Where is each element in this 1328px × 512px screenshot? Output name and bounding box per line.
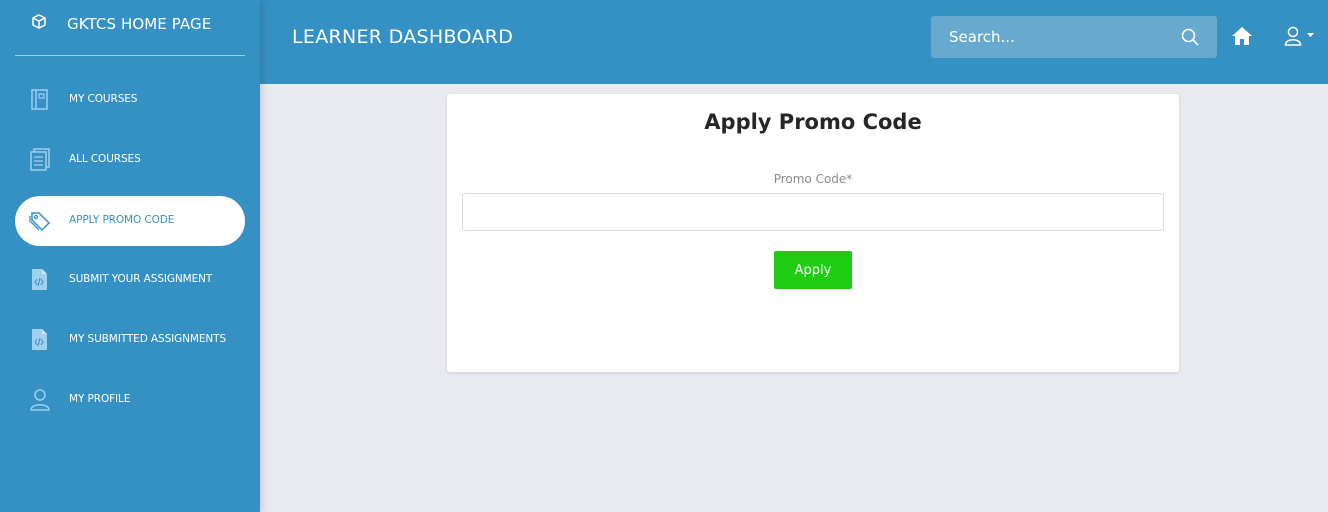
sidebar-item-label: ALL COURSES xyxy=(69,153,141,165)
brand-label: GKTCS HOME PAGE xyxy=(67,15,212,33)
sidebar-item-submit-assignment[interactable]: SUBMIT YOUR ASSIGNMENT xyxy=(15,255,245,305)
search-box xyxy=(931,16,1217,58)
sidebar-item-label: MY COURSES xyxy=(69,93,138,105)
promo-code-input[interactable] xyxy=(462,193,1164,231)
sidebar-item-all-courses[interactable]: ALL COURSES xyxy=(15,135,245,185)
search-input[interactable] xyxy=(931,16,1171,58)
sidebar-item-label: APPLY PROMO CODE xyxy=(69,214,175,226)
sidebar: GKTCS HOME PAGE MY COURSES ALL COURSES A… xyxy=(0,0,260,512)
home-icon[interactable] xyxy=(1231,26,1253,46)
sidebar-item-apply-promo-code[interactable]: APPLY PROMO CODE xyxy=(15,196,245,246)
promo-code-label: Promo Code* xyxy=(773,172,853,186)
top-header: LEARNER DASHBOARD xyxy=(260,0,1328,84)
tag-icon xyxy=(29,212,51,232)
sidebar-item-label: MY PROFILE xyxy=(69,393,131,405)
sidebar-item-submitted-assignments[interactable]: MY SUBMITTED ASSIGNMENTS xyxy=(15,315,245,365)
apply-button[interactable]: Apply xyxy=(774,251,852,289)
search-icon[interactable] xyxy=(1181,28,1199,46)
chevron-down-icon[interactable] xyxy=(1307,33,1314,37)
sidebar-item-my-profile[interactable]: MY PROFILE xyxy=(15,375,245,425)
sidebar-brand[interactable]: GKTCS HOME PAGE xyxy=(15,0,245,56)
promo-code-card: Apply Promo Code Promo Code* Apply xyxy=(447,94,1179,372)
list-document-icon xyxy=(30,148,50,171)
sidebar-item-my-courses[interactable]: MY COURSES xyxy=(15,75,245,125)
sidebar-item-label: SUBMIT YOUR ASSIGNMENT xyxy=(69,273,213,285)
card-title: Apply Promo Code xyxy=(704,110,922,134)
sidebar-item-label: MY SUBMITTED ASSIGNMENTS xyxy=(69,333,227,345)
page-title: LEARNER DASHBOARD xyxy=(292,26,514,48)
code-file-icon xyxy=(32,329,47,350)
user-menu-icon[interactable] xyxy=(1284,26,1302,46)
user-icon xyxy=(30,389,50,411)
code-file-icon xyxy=(32,269,47,290)
book-icon xyxy=(31,89,48,110)
cube-icon xyxy=(32,14,46,29)
